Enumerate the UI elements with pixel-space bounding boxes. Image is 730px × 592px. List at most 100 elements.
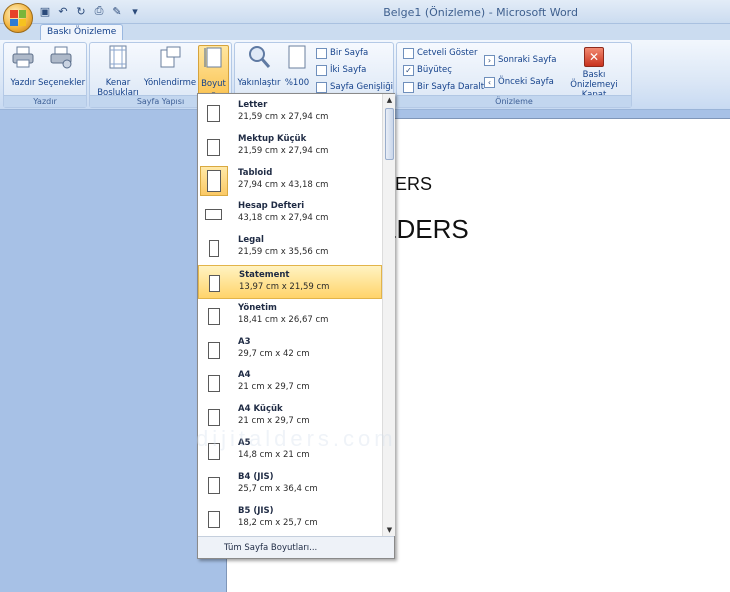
page-size-item[interactable]: Legal 21,59 cm x 35,56 cm xyxy=(198,231,382,265)
tab-print-preview[interactable]: Baskı Önizleme xyxy=(40,24,124,41)
shrink-page-icon xyxy=(403,81,414,93)
paper-icon xyxy=(209,275,220,292)
zoom-100-label: %100 xyxy=(284,78,310,88)
magnifier-check-icon[interactable]: ✓ xyxy=(403,64,414,76)
page-size-dropdown: Letter 21,59 cm x 27,94 cm Mektup Küçük 21,… xyxy=(197,93,395,559)
ribbon-tab-row: Baskı Önizleme xyxy=(0,24,730,41)
group-print: Yazdır Seçenekler Yazdır xyxy=(3,42,87,108)
window-title: Belge1 (Önizleme) - Microsoft Word xyxy=(383,6,578,19)
page-size-item[interactable]: A3 29,7 cm x 42 cm xyxy=(198,333,382,367)
next-page-icon: › xyxy=(484,54,495,66)
page-size-dimensions: 27,94 cm x 43,18 cm xyxy=(238,179,329,190)
page-size-dimensions: 29,7 cm x 42 cm xyxy=(238,348,310,359)
page-size-dimensions: 21 cm x 29,7 cm xyxy=(238,382,310,393)
margins-icon xyxy=(109,45,127,69)
title-bar: ▣ ↶ ↻ ⎙ ✎ ▾ Belge1 (Önizleme) - Microsof… xyxy=(0,0,730,33)
size-button[interactable]: Boyut ▾ xyxy=(198,45,229,98)
paper-icon xyxy=(208,375,220,393)
zoom-button[interactable]: Yakınlaştır xyxy=(237,45,281,88)
page-size-name: A4 Küçük xyxy=(238,404,283,415)
page-size-dimensions: 18,2 cm x 25,7 cm xyxy=(238,517,318,528)
group-preview-label: Önizleme xyxy=(397,95,631,107)
page-size-name: A3 xyxy=(238,336,251,347)
previous-page-button[interactable]: ‹ Önceki Sayfa xyxy=(484,75,554,89)
magnifier-icon xyxy=(249,46,271,68)
previous-page-label: Önceki Sayfa xyxy=(498,77,554,87)
two-pages-button[interactable]: İki Sayfa xyxy=(316,63,366,77)
paper-icon xyxy=(205,209,222,221)
page-size-name: A4 xyxy=(238,370,251,381)
paper-icon xyxy=(209,240,219,258)
page-width-button[interactable]: Sayfa Genişliği xyxy=(316,80,393,94)
page-size-name: Mektup Küçük xyxy=(238,133,307,144)
show-ruler-checkbox[interactable]: Cetveli Göster xyxy=(403,46,477,60)
office-button[interactable] xyxy=(3,3,33,33)
office-logo-icon xyxy=(10,10,26,26)
page-size-dimensions: 25,7 cm x 36,4 cm xyxy=(238,483,318,494)
close-icon: ✕ xyxy=(584,47,604,67)
page-size-dimensions: 43,18 cm x 27,94 cm xyxy=(238,213,329,224)
scroll-down-icon[interactable]: ▼ xyxy=(383,524,396,536)
size-button-label: Boyut xyxy=(201,79,226,89)
page-size-item[interactable]: B5 (JIS) 18,2 cm x 25,7 cm xyxy=(198,502,382,536)
one-page-label: Bir Sayfa xyxy=(330,48,369,58)
page-size-name: Legal xyxy=(238,235,264,246)
zoom-100-button[interactable]: %100 xyxy=(283,45,311,88)
close-print-preview-button[interactable]: ✕ Baskı Önizlemeyi Kapat xyxy=(559,45,629,100)
page-width-label: Sayfa Genişliği xyxy=(330,82,394,92)
page-size-item[interactable]: Letter 21,59 cm x 27,94 cm xyxy=(198,96,382,130)
page-size-dimensions: 18,41 cm x 26,67 cm xyxy=(238,314,329,325)
two-pages-label: İki Sayfa xyxy=(330,65,367,75)
paper-icon xyxy=(207,105,220,122)
one-page-icon xyxy=(316,47,327,59)
page-size-item[interactable]: Yönetim 18,41 cm x 26,67 cm xyxy=(198,299,382,333)
next-page-button[interactable]: › Sonraki Sayfa xyxy=(484,53,557,67)
zoom-button-label: Yakınlaştır xyxy=(237,78,281,88)
page-size-name: Statement xyxy=(239,270,290,280)
options-button[interactable]: Seçenekler xyxy=(38,45,86,88)
page-size-item[interactable]: Tabloid 27,94 cm x 43,18 cm xyxy=(198,164,382,198)
page-size-item[interactable]: Statement 13,97 cm x 21,59 cm xyxy=(198,265,382,299)
next-page-label: Sonraki Sayfa xyxy=(498,55,557,65)
previous-page-icon: ‹ xyxy=(484,76,495,88)
printer-options-icon xyxy=(50,46,72,69)
page-size-name: B5 (JIS) xyxy=(238,505,274,516)
ruler-checkbox-box[interactable] xyxy=(403,47,414,59)
orientation-button[interactable]: Yönlendirme xyxy=(143,45,197,88)
print-button-label: Yazdır xyxy=(10,78,36,88)
page-size-item[interactable]: Hesap Defteri 43,18 cm x 27,94 cm xyxy=(198,197,382,231)
page-size-dimensions: 21,59 cm x 27,94 cm xyxy=(238,145,329,156)
printer-icon xyxy=(12,46,34,68)
paper-icon xyxy=(208,510,220,528)
margins-button[interactable]: Kenar Boşlukları xyxy=(93,45,143,98)
paper-icon xyxy=(207,138,220,156)
page-size-dimensions: 21,59 cm x 27,94 cm xyxy=(238,112,329,122)
page-size-name: Hesap Defteri xyxy=(238,201,305,212)
two-pages-icon xyxy=(316,64,327,76)
scroll-up-icon[interactable]: ▲ xyxy=(383,94,396,106)
orientation-icon xyxy=(160,46,181,68)
page-size-item[interactable]: Mektup Küçük 21,59 cm x 27,94 cm xyxy=(198,130,382,164)
one-page-button[interactable]: Bir Sayfa xyxy=(316,46,368,60)
page-size-dimensions: 21 cm x 29,7 cm xyxy=(238,416,310,427)
page-size-list: Letter 21,59 cm x 27,94 cm Mektup Küçük 21,… xyxy=(198,94,382,536)
page-size-name: B4 (JIS) xyxy=(238,471,274,482)
shrink-one-page-label: Bir Sayfa Daralt xyxy=(417,82,485,92)
scroll-thumb[interactable] xyxy=(385,108,394,160)
paper-icon xyxy=(208,476,220,494)
page-size-dimensions: 13,97 cm x 21,59 cm xyxy=(239,282,330,292)
paper-icon xyxy=(208,341,220,359)
paper-icon xyxy=(207,169,221,192)
print-button[interactable]: Yazdır xyxy=(8,45,38,88)
options-button-label: Seçenekler xyxy=(38,78,86,88)
magnifier-label: Büyüteç xyxy=(417,65,452,75)
page-size-item[interactable]: B4 (JIS) 25,7 cm x 36,4 cm xyxy=(198,468,382,502)
page-size-item[interactable]: A4 21 cm x 29,7 cm xyxy=(198,366,382,400)
dropdown-scrollbar[interactable]: ▲ ▼ xyxy=(382,94,395,536)
document-text-line-2: LDERS xyxy=(382,214,469,244)
all-page-sizes-item[interactable]: Tüm Sayfa Boyutları... xyxy=(198,536,394,558)
magnifier-checkbox[interactable]: ✓ Büyüteç xyxy=(403,63,452,77)
page-100-icon xyxy=(288,45,306,69)
page-size-dimensions: 21,59 cm x 35,56 cm xyxy=(238,247,329,258)
shrink-one-page-button[interactable]: Bir Sayfa Daralt xyxy=(403,80,484,94)
